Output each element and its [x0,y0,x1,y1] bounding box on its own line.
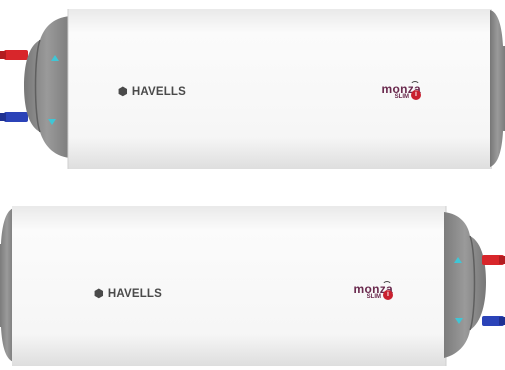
left-end-cap [24,16,70,158]
brand-name: HAVELLS [131,85,187,98]
model-badge: i [411,90,421,100]
brand-logo: ⬢ HAVELLS [94,287,163,301]
left-end-cap [0,208,14,362]
hot-pipe [4,50,28,60]
cold-pipe [4,112,28,122]
right-end-cap [490,10,505,167]
water-heater-top: ⬢ HAVELLS monza SLIM i [0,6,505,171]
brand-name: HAVELLS [107,287,163,300]
model-logo: monza SLIM i [341,281,393,300]
wifi-icon [410,81,420,88]
havells-logo-icon: ⬢ [94,288,104,300]
model-badge: i [383,290,393,300]
water-heater-top-graphic [0,9,505,169]
right-end-cap [444,212,486,358]
model-logo: monza SLIM i [369,81,421,100]
water-heater-bottom-graphic [0,206,505,366]
wifi-icon [382,281,392,288]
brand-logo: ⬢ HAVELLS [118,85,187,99]
product-image: ⬢ HAVELLS monza SLIM i ⬢ HAVELLS monza S… [0,0,505,370]
havells-logo-icon: ⬢ [118,86,128,98]
water-heater-bottom: ⬢ HAVELLS monza SLIM i [0,202,505,367]
